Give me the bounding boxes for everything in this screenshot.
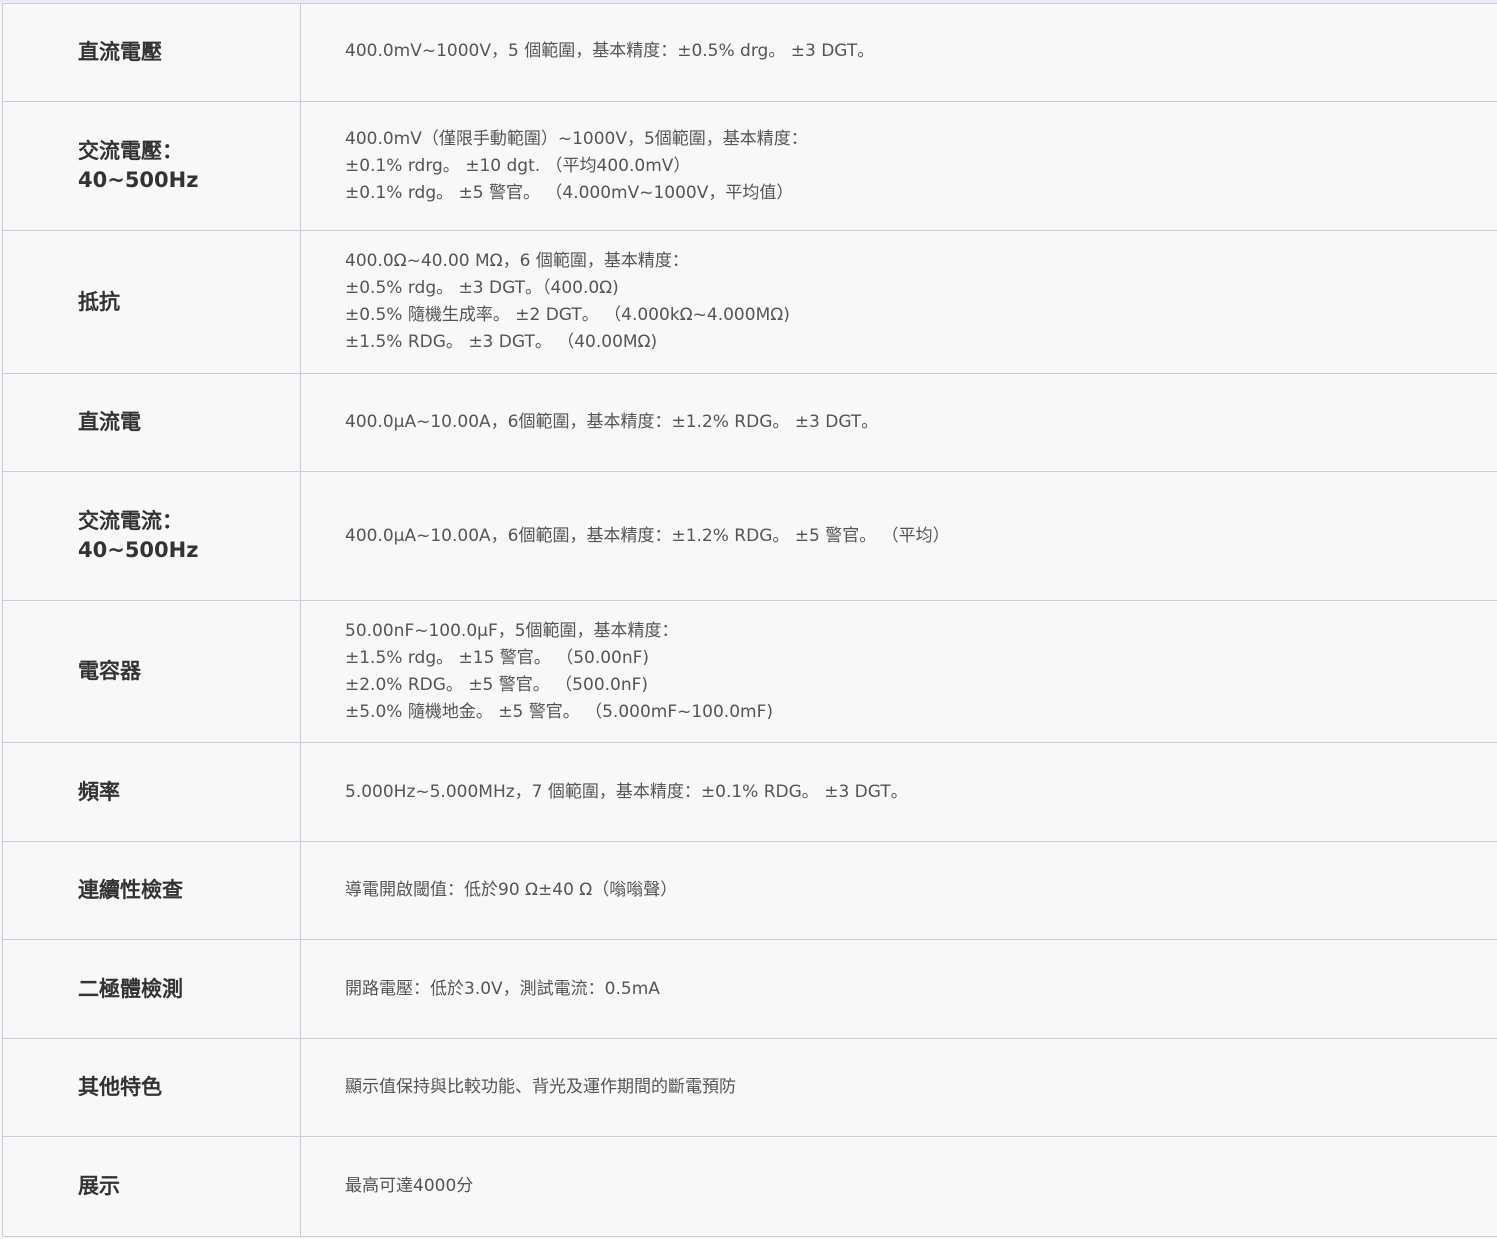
spec-label: 直流電壓 <box>2 3 301 102</box>
spec-value-line: 5.000Hz~5.000MHz，7 個範圍，基本精度：±0.1% RDG。 ±… <box>345 781 908 802</box>
spec-value: 最高可達4000分 <box>300 1136 1497 1237</box>
spec-value-line: ±1.5% RDG。 ±3 DGT。 （40.00MΩ) <box>345 332 658 352</box>
spec-value-line: 導電開啟閾值：低於90 Ω±40 Ω（嗡嗡聲） <box>345 880 678 900</box>
spec-value-line: ±0.5% rdg。 ±3 DGT。（400.0Ω) <box>345 278 619 298</box>
spec-label-line: 連續性檢查 <box>78 878 183 902</box>
spec-value-line: 開路電壓：低於3.0V，測試電流：0.5mA <box>345 978 660 999</box>
spec-value-line: 400.0μA~10.00A，6個範圍，基本精度：±1.2% RDG。 ±5 警… <box>345 525 950 546</box>
spec-label: 抵抗 <box>2 230 301 374</box>
spec-value: 50.00nF~100.0μF，5個範圍，基本精度： ±1.5% rdg。 ±1… <box>300 600 1497 743</box>
spec-row-ac-voltage: 交流電壓： 40~500Hz 400.0mV（僅限手動範圍）~1000V，5個範… <box>2 101 1497 231</box>
spec-value-line: 400.0μA~10.00A，6個範圍，基本精度：±1.2% RDG。 ±3 D… <box>345 412 879 432</box>
spec-label: 交流電壓： 40~500Hz <box>2 101 301 231</box>
spec-value-line: ±0.5% 隨機生成率。 ±2 DGT。 （4.000kΩ~4.000MΩ) <box>345 305 790 325</box>
spec-label: 頻率 <box>2 742 301 842</box>
spec-label-line: 直流電 <box>78 410 141 434</box>
spec-label-line: 展示 <box>78 1174 120 1198</box>
spec-label-line: 直流電壓 <box>78 40 162 64</box>
spec-value-line: ±1.5% rdg。 ±15 警官。 （50.00nF) <box>345 647 650 668</box>
spec-value: 400.0Ω~40.00 MΩ，6 個範圍，基本精度： ±0.5% rdg。 ±… <box>300 230 1497 374</box>
spec-label: 二極體檢測 <box>2 939 301 1039</box>
spec-label-line: 40~500Hz <box>78 168 199 192</box>
spec-label-line: 二極體檢測 <box>78 976 183 1001</box>
spec-label-line: 其他特色 <box>78 1075 162 1099</box>
spec-row-continuity: 連續性檢查 導電開啟閾值：低於90 Ω±40 Ω（嗡嗡聲） <box>2 841 1497 940</box>
spec-value: 5.000Hz~5.000MHz，7 個範圍，基本精度：±0.1% RDG。 ±… <box>300 742 1497 842</box>
spec-label-line: 頻率 <box>78 779 120 804</box>
spec-value-line: ±2.0% RDG。 ±5 警官。 （500.0nF) <box>345 674 649 695</box>
spec-label: 直流電 <box>2 373 301 472</box>
spec-label-line: 交流電流： <box>78 509 183 533</box>
spec-label-line: 交流電壓： <box>78 139 183 163</box>
spec-label: 展示 <box>2 1136 301 1237</box>
spec-value: 400.0μA~10.00A，6個範圍，基本精度：±1.2% RDG。 ±3 D… <box>300 373 1497 472</box>
spec-value-line: 顯示值保持與比較功能、背光及運作期間的斷電預防 <box>345 1077 736 1097</box>
spec-value: 開路電壓：低於3.0V，測試電流：0.5mA <box>300 939 1497 1039</box>
spec-label: 連續性檢查 <box>2 841 301 940</box>
spec-row-resistance: 抵抗 400.0Ω~40.00 MΩ，6 個範圍，基本精度： ±0.5% rdg… <box>2 230 1497 374</box>
spec-value: 400.0mV~1000V，5 個範圍，基本精度：±0.5% drg。 ±3 D… <box>300 3 1497 102</box>
spec-value: 顯示值保持與比較功能、背光及運作期間的斷電預防 <box>300 1038 1497 1137</box>
spec-value-line: 400.0mV（僅限手動範圍）~1000V，5個範圍，基本精度： <box>345 128 808 149</box>
spec-row-dc-voltage: 直流電壓 400.0mV~1000V，5 個範圍，基本精度：±0.5% drg。… <box>2 3 1497 102</box>
spec-row-diode: 二極體檢測 開路電壓：低於3.0V，測試電流：0.5mA <box>2 939 1497 1039</box>
spec-row-frequency: 頻率 5.000Hz~5.000MHz，7 個範圍，基本精度：±0.1% RDG… <box>2 742 1497 842</box>
spec-table: 直流電壓 400.0mV~1000V，5 個範圍，基本精度：±0.5% drg。… <box>2 3 1497 1237</box>
spec-label-line: 電容器 <box>78 659 141 683</box>
spec-label-line: 40~500Hz <box>78 538 199 562</box>
spec-value-line: 400.0mV~1000V，5 個範圍，基本精度：±0.5% drg。 ±3 D… <box>345 41 875 61</box>
spec-value: 導電開啟閾值：低於90 Ω±40 Ω（嗡嗡聲） <box>300 841 1497 940</box>
spec-label-line: 抵抗 <box>78 289 120 314</box>
spec-value-line: ±0.1% rdrg。 ±10 dgt. （平均400.0mV） <box>345 155 691 176</box>
spec-value-line: 400.0Ω~40.00 MΩ，6 個範圍，基本精度： <box>345 251 689 271</box>
spec-label: 其他特色 <box>2 1038 301 1137</box>
spec-row-display: 展示 最高可達4000分 <box>2 1136 1497 1237</box>
spec-row-other-features: 其他特色 顯示值保持與比較功能、背光及運作期間的斷電預防 <box>2 1038 1497 1137</box>
spec-row-ac-current: 交流電流： 40~500Hz 400.0μA~10.00A，6個範圍，基本精度：… <box>2 471 1497 601</box>
spec-label: 電容器 <box>2 600 301 743</box>
spec-label: 交流電流： 40~500Hz <box>2 471 301 601</box>
spec-row-dc-current: 直流電 400.0μA~10.00A，6個範圍，基本精度：±1.2% RDG。 … <box>2 373 1497 472</box>
spec-value-line: ±0.1% rdg。 ±5 警官。 （4.000mV~1000V，平均值） <box>345 182 794 203</box>
spec-value-line: ±5.0% 隨機地金。 ±5 警官。 （5.000mF~100.0mF) <box>345 701 773 722</box>
spec-value: 400.0μA~10.00A，6個範圍，基本精度：±1.2% RDG。 ±5 警… <box>300 471 1497 601</box>
spec-value: 400.0mV（僅限手動範圍）~1000V，5個範圍，基本精度： ±0.1% r… <box>300 101 1497 231</box>
spec-row-capacitance: 電容器 50.00nF~100.0μF，5個範圍，基本精度： ±1.5% rdg… <box>2 600 1497 743</box>
spec-value-line: 最高可達4000分 <box>345 1176 474 1196</box>
spec-value-line: 50.00nF~100.0μF，5個範圍，基本精度： <box>345 620 679 641</box>
